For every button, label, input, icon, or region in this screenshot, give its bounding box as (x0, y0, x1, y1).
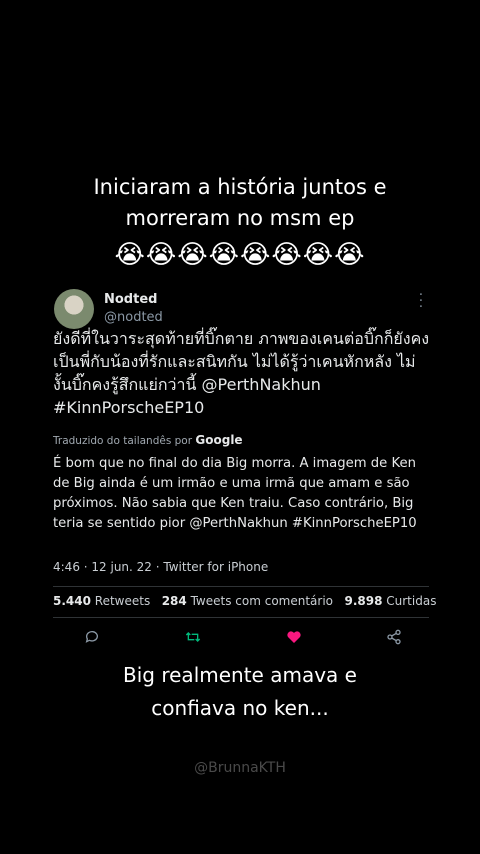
caption-bottom-line2: confiava no ken... (151, 696, 329, 720)
tweet-actions (84, 629, 402, 649)
divider (53, 586, 429, 587)
reply-icon[interactable] (84, 629, 100, 649)
likes-stat[interactable]: 9.898 Curtidas (344, 594, 436, 608)
google-logo: Google (195, 433, 243, 447)
more-options-icon[interactable]: · · · (418, 289, 424, 314)
tweet-time[interactable]: 4:46 (53, 560, 80, 574)
crying-emoji-row: 😭😭😭😭😭😭😭😭 (114, 240, 366, 270)
tweet-meta: 4:46 · 12 jun. 22 · Twitter for iPhone (53, 560, 269, 574)
caption-top-line1: Iniciaram a história juntos e (93, 175, 387, 199)
caption-top-line2: morreram no msm ep (125, 206, 355, 230)
tweet-original-text: ยังดีที่ในวาระสุดท้ายที่บิ๊กตาย ภาพของเค… (53, 329, 430, 417)
retweet-icon[interactable] (184, 629, 202, 649)
like-heart-icon[interactable] (286, 629, 302, 649)
likes-count: 9.898 (344, 594, 383, 608)
tweet-card[interactable]: Nodted @nodted · · · ยังดีที่ในวาระสุดท้าย… (38, 283, 436, 655)
caption-bottom-line1: Big realmente amava e (123, 663, 357, 687)
share-icon[interactable] (386, 629, 402, 649)
translated-by-label: Traduzido do tailandês por (53, 435, 193, 447)
retweets-count: 5.440 (53, 594, 91, 608)
quote-count: 284 (161, 594, 187, 608)
display-name[interactable]: Nodted (104, 292, 157, 307)
tweet-date[interactable]: 12 jun. 22 (91, 560, 152, 574)
tweet-stats: 5.440 Retweets 284 Tweets com comentário… (53, 594, 436, 608)
tweet-translation-text: É bom que no final do dia Big morra. A i… (53, 456, 417, 531)
watermark: @BrunnaKTH (194, 760, 286, 776)
quote-tweets-stat[interactable]: 284 Tweets com comentário (162, 594, 333, 608)
retweets-stat[interactable]: 5.440 Retweets (53, 594, 150, 608)
divider (53, 617, 429, 618)
translated-by: Traduzido do tailandês por Google (53, 433, 243, 447)
quote-label: Tweets com comentário (190, 594, 334, 608)
avatar[interactable] (54, 289, 94, 329)
user-handle[interactable]: @nodted (104, 310, 163, 325)
retweets-label: Retweets (94, 594, 151, 608)
tweet-source[interactable]: Twitter for iPhone (163, 560, 268, 574)
likes-label: Curtidas (386, 594, 437, 608)
